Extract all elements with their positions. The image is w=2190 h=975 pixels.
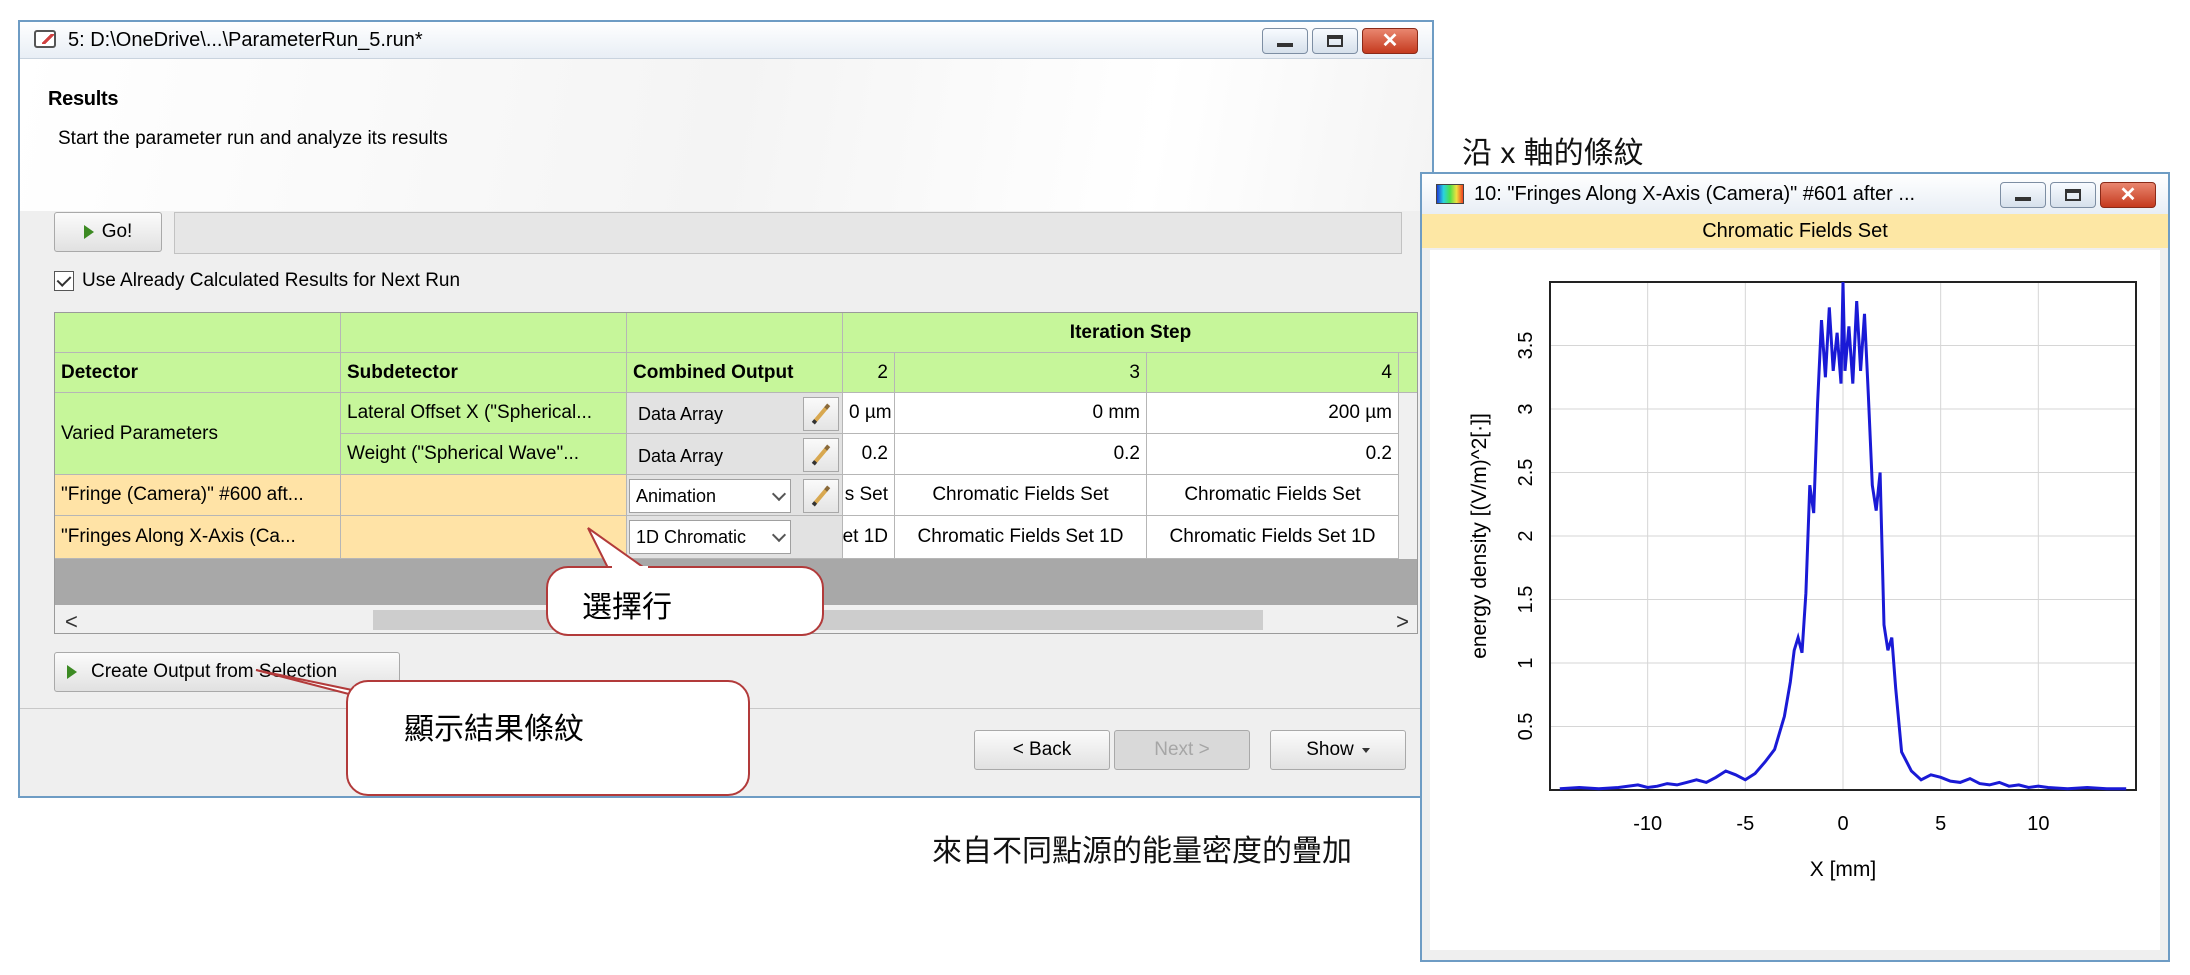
y-tick-label: 1.5: [1515, 586, 1537, 614]
maximize-icon: [2065, 189, 2081, 201]
x-axis-label: X [mm]: [1810, 858, 1877, 881]
x-tick-label: -10: [1633, 813, 1662, 835]
minimize-icon: [2015, 197, 2031, 201]
plot-window-titlebar[interactable]: 10: "Fringes Along X-Axis (Camera)" #601…: [1422, 174, 2168, 215]
y-tick-label: 2.5: [1515, 459, 1537, 487]
superposition-caption: 來自不同點源的能量密度的疊加: [932, 835, 1352, 868]
plot-window-title: 10: "Fringes Along X-Axis (Camera)" #601…: [1474, 183, 1916, 205]
y-tick-label: 2: [1515, 530, 1537, 541]
chromatic-fields-set-bar: Chromatic Fields Set: [1422, 214, 2168, 248]
field-view-icon: [1436, 184, 1464, 204]
close-icon: ✕: [2119, 184, 2137, 206]
x-tick-label: -5: [1736, 813, 1754, 835]
plot-maximize-button[interactable]: [2050, 182, 2096, 208]
y-tick-label: 0.5: [1515, 713, 1537, 741]
fringes-along-x-caption: 沿 x 軸的條紋: [1462, 137, 1644, 170]
fringe-plot-window: 10: "Fringes Along X-Axis (Camera)" #601…: [1420, 172, 2170, 962]
x-tick-label: 10: [2027, 813, 2049, 835]
x-tick-label: 0: [1837, 813, 1848, 835]
plot-close-button[interactable]: ✕: [2100, 182, 2156, 208]
y-tick-label: 3.5: [1515, 332, 1537, 360]
y-tick-label: 3: [1515, 403, 1537, 414]
y-axis-label: energy density [(V/m)^2[·]]: [1468, 413, 1491, 659]
energy-density-chart[interactable]: -10 -5 0 5 10 0.5 1 1.5 2 2.5 3 3.5 X [mm] energy den…: [1430, 250, 2160, 950]
x-tick-label: 5: [1935, 813, 1946, 835]
y-tick-label: 1: [1515, 657, 1537, 668]
plot-area: -10 -5 0 5 10 0.5 1 1.5 2 2.5 3 3.5 X [mm] energy den…: [1430, 250, 2160, 950]
plot-minimize-button[interactable]: [2000, 182, 2046, 208]
